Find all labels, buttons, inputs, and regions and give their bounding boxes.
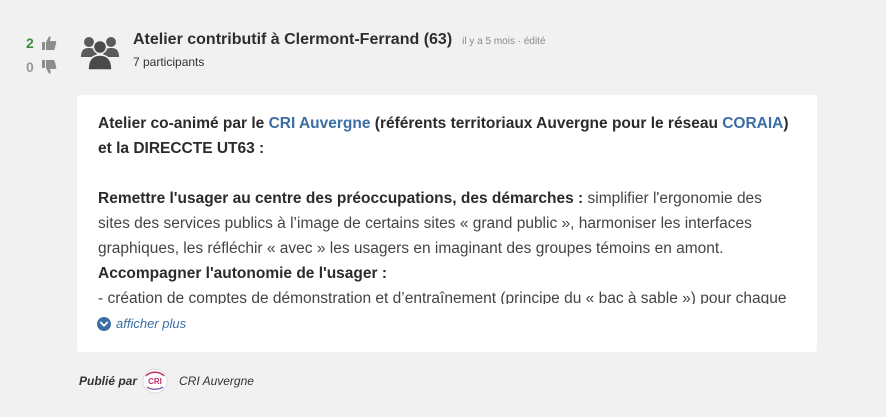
cri-auvergne-link[interactable]: CRI Auvergne bbox=[269, 115, 371, 132]
post-meta: il y a 5 mois · édité bbox=[462, 36, 546, 47]
published-by: Publié par CRI CRI Auvergne bbox=[79, 368, 254, 394]
downvote-count: 0 bbox=[26, 59, 34, 75]
show-more-button[interactable]: afficher plus bbox=[97, 316, 186, 331]
upvote-count: 2 bbox=[26, 35, 34, 51]
thumbs-up-icon[interactable] bbox=[41, 35, 57, 51]
vote-panel: 2 0 bbox=[26, 31, 58, 79]
published-by-label: Publié par bbox=[79, 374, 138, 388]
chevron-down-circle-icon bbox=[97, 316, 111, 331]
cri-auvergne-logo[interactable]: CRI bbox=[141, 368, 169, 394]
participants-count: 7 participants bbox=[133, 55, 205, 69]
usager-paragraph: Remettre l'usager au centre des préoccup… bbox=[98, 186, 798, 261]
usager-heading: Remettre l'usager au centre des préoccup… bbox=[98, 190, 584, 207]
upvote-row: 2 bbox=[26, 31, 58, 55]
autonomie-heading-paragraph: Accompagner l'autonomie de l'usager : bbox=[98, 261, 798, 286]
post-content-card: Atelier co-animé par le CRI Auvergne (ré… bbox=[77, 95, 817, 352]
autonomie-heading: Accompagner l'autonomie de l'usager : bbox=[98, 265, 388, 282]
thumbs-down-icon[interactable] bbox=[41, 59, 57, 75]
intro-text-start: Atelier co-animé par le bbox=[98, 115, 269, 132]
logo-text: CRI bbox=[148, 377, 162, 386]
autonomie-item: - création de comptes de démonstration e… bbox=[98, 290, 787, 304]
post-body: Atelier co-animé par le CRI Auvergne (ré… bbox=[98, 111, 798, 304]
show-more-label: afficher plus bbox=[116, 316, 187, 331]
post-title[interactable]: Atelier contributif à Clermont-Ferrand (… bbox=[133, 31, 452, 49]
title-line: Atelier contributif à Clermont-Ferrand (… bbox=[133, 31, 546, 49]
post-header: Atelier contributif à Clermont-Ferrand (… bbox=[133, 31, 546, 69]
author-name[interactable]: CRI Auvergne bbox=[179, 374, 254, 388]
coraia-link[interactable]: CORAIA bbox=[722, 115, 783, 132]
intro-text-middle: (référents territoriaux Auvergne pour le… bbox=[370, 115, 723, 132]
downvote-row: 0 bbox=[26, 55, 58, 79]
group-icon bbox=[81, 37, 119, 71]
intro-paragraph: Atelier co-animé par le CRI Auvergne (ré… bbox=[98, 111, 798, 161]
